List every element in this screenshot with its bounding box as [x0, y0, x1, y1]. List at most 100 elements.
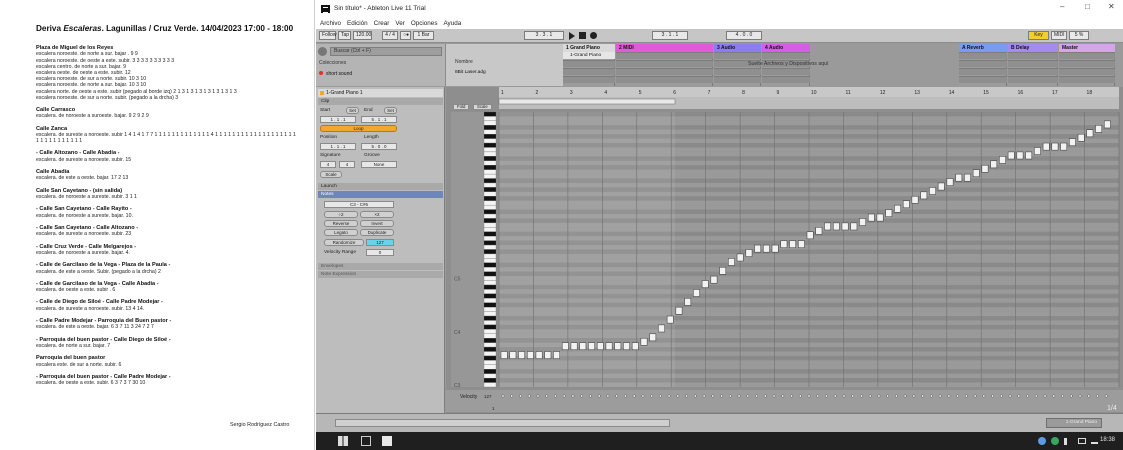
maximize-button[interactable]: □: [1085, 2, 1090, 11]
piano-key[interactable]: [483, 134, 497, 139]
track-clip-slots[interactable]: [616, 52, 713, 86]
piano-key[interactable]: [483, 342, 497, 348]
velocity-marker[interactable]: [519, 394, 522, 398]
midi-note[interactable]: [631, 342, 639, 350]
velocity-marker[interactable]: [658, 394, 662, 398]
midi-note[interactable]: [1042, 142, 1050, 151]
clip-slot[interactable]: [616, 76, 713, 83]
piano-key[interactable]: [483, 160, 497, 166]
midi-note[interactable]: [841, 222, 849, 231]
midi-note[interactable]: [1016, 151, 1024, 160]
browser-file-item[interactable]: 8Bit Laser.adg: [455, 70, 486, 75]
piano-key[interactable]: [483, 151, 497, 157]
piano-key[interactable]: [483, 360, 497, 365]
track-clip-slots[interactable]: [762, 52, 810, 86]
velocity-marker[interactable]: [886, 394, 890, 398]
note-expression-header[interactable]: Note Expression: [318, 271, 443, 278]
duplicate-button[interactable]: Duplicate: [360, 229, 394, 236]
randomize-button[interactable]: Randomize: [324, 239, 364, 246]
piano-key[interactable]: [483, 191, 497, 197]
velocity-marker[interactable]: [938, 394, 942, 398]
midi-note[interactable]: [894, 204, 901, 213]
tap-button[interactable]: Tap: [338, 31, 351, 40]
midi-note[interactable]: [911, 196, 919, 204]
key-map-button[interactable]: Key: [1028, 31, 1049, 40]
piano-key[interactable]: [483, 382, 497, 388]
velocity-marker[interactable]: [816, 394, 820, 398]
piano-key[interactable]: [483, 138, 497, 144]
velocity-marker[interactable]: [589, 394, 592, 398]
piano-key[interactable]: [483, 116, 497, 122]
loop-brace[interactable]: [498, 98, 676, 105]
track-header[interactable]: 2 MIDI: [616, 44, 713, 52]
fold-button[interactable]: Fold: [453, 104, 470, 110]
velocity-marker[interactable]: [895, 394, 898, 398]
reverse-button[interactable]: Reverse: [324, 220, 358, 227]
velocity-marker[interactable]: [580, 394, 584, 398]
piano-key[interactable]: [483, 231, 497, 237]
midi-note[interactable]: [1007, 151, 1015, 160]
piano-key[interactable]: [483, 173, 497, 179]
clip-section-header[interactable]: Clip: [318, 98, 443, 105]
clip-slot[interactable]: [616, 68, 713, 75]
signature-denominator[interactable]: 4: [339, 161, 355, 168]
velocity-marker[interactable]: [1087, 394, 1091, 398]
velocity-marker[interactable]: [999, 394, 1003, 398]
velocity-marker[interactable]: [623, 394, 627, 398]
velocity-marker[interactable]: [1043, 394, 1047, 398]
piano-key[interactable]: [483, 373, 497, 379]
position-field[interactable]: 1 . 1 . 1: [320, 143, 356, 150]
velocity-marker[interactable]: [755, 394, 758, 398]
menu-ver[interactable]: Ver: [395, 20, 404, 27]
midi-note[interactable]: [806, 231, 814, 240]
task-view-icon[interactable]: [361, 436, 371, 446]
loop-length-field[interactable]: 4 . 0 . 0: [726, 31, 762, 40]
signature-numerator[interactable]: 4: [320, 161, 336, 168]
clip-slot[interactable]: [959, 52, 1007, 59]
midi-map-button[interactable]: MIDI: [1051, 31, 1067, 40]
midi-note[interactable]: [1077, 133, 1085, 142]
piano-key[interactable]: [483, 142, 497, 148]
midi-note[interactable]: [666, 315, 674, 324]
velocity-marker[interactable]: [571, 394, 575, 398]
midi-note[interactable]: [798, 240, 805, 248]
midi-note[interactable]: [972, 169, 980, 178]
velocity-marker[interactable]: [991, 394, 994, 398]
clip-slot[interactable]: [616, 52, 713, 59]
menu-opciones[interactable]: Opciones: [411, 20, 438, 27]
track-clip-slots[interactable]: [1008, 52, 1058, 86]
piano-key[interactable]: [483, 222, 497, 228]
piano-key[interactable]: [483, 351, 497, 357]
velocity-marker[interactable]: [632, 394, 636, 398]
midi-note[interactable]: [815, 227, 823, 235]
velocity-marker[interactable]: [877, 394, 881, 398]
clip-slot[interactable]: [1008, 52, 1058, 59]
midi-note[interactable]: [710, 275, 718, 284]
browser-toggle-icon[interactable]: [318, 47, 327, 56]
midi-note[interactable]: [736, 253, 744, 262]
piano-key[interactable]: [483, 129, 497, 135]
track-clip-slots[interactable]: [714, 52, 761, 86]
track-header[interactable]: 1 Grand Piano: [563, 44, 615, 52]
piano-key[interactable]: [483, 320, 497, 326]
piano-key[interactable]: [483, 298, 497, 303]
track-header[interactable]: B Delay: [1008, 44, 1058, 52]
velocity-marker[interactable]: [1034, 394, 1038, 398]
midi-note[interactable]: [780, 240, 788, 248]
track-clip-slots[interactable]: 1-Grand Piano: [563, 52, 615, 86]
midi-note[interactable]: [1086, 129, 1094, 138]
tempo-field[interactable]: 120.00: [353, 31, 372, 40]
midi-note[interactable]: [885, 209, 893, 217]
velocity-marker[interactable]: [763, 394, 767, 398]
midi-note[interactable]: [1095, 125, 1103, 133]
piano-key[interactable]: [483, 302, 497, 308]
piano-key[interactable]: [483, 369, 497, 374]
piano-key[interactable]: [483, 280, 497, 286]
menu-ayuda[interactable]: Ayuda: [443, 20, 461, 27]
velocity-marker[interactable]: [510, 394, 514, 398]
piano-key[interactable]: [483, 324, 497, 330]
velocity-marker[interactable]: [947, 394, 951, 398]
piano-key[interactable]: [483, 125, 497, 130]
piano-key[interactable]: [483, 156, 497, 161]
velocity-marker[interactable]: [798, 394, 802, 398]
